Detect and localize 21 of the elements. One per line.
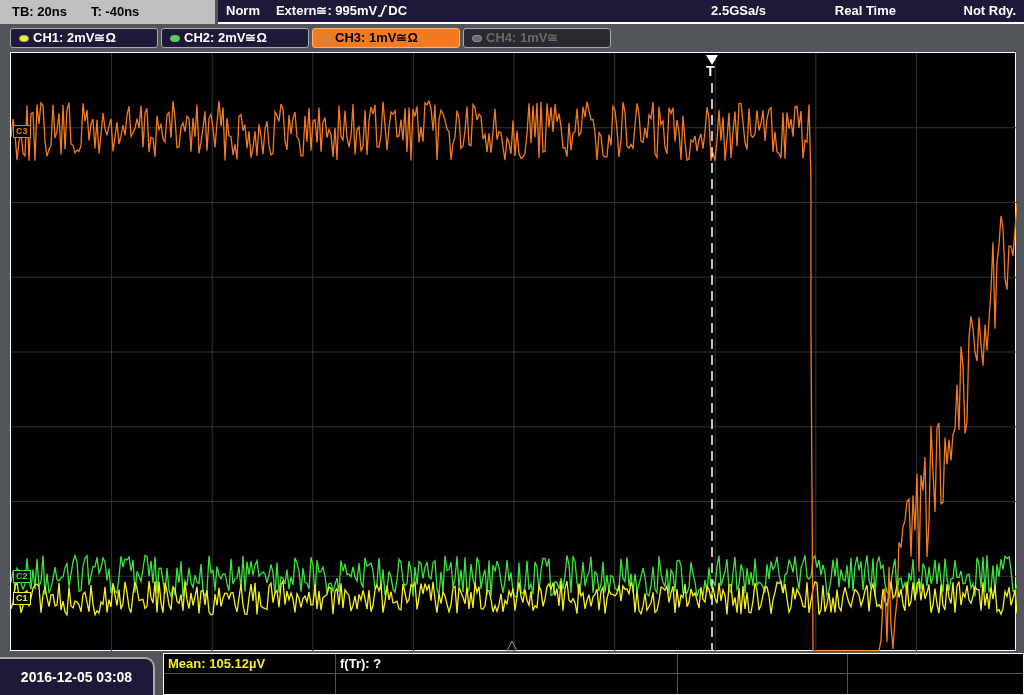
trigger-arrow-icon bbox=[706, 55, 718, 65]
measurement-value: f(Tr): ? bbox=[340, 654, 382, 673]
trigger-coupling: DC bbox=[388, 2, 408, 21]
channel-tab[interactable]: CH2: 2mV≅Ω bbox=[161, 28, 309, 48]
channel-marker: C2 bbox=[13, 570, 31, 583]
timebase-scale: TB: 20ns bbox=[12, 3, 67, 22]
acquisition-status: Not Rdy. bbox=[962, 2, 1016, 21]
channel-tab[interactable]: CH3: 1mV≅Ω bbox=[312, 28, 460, 48]
measurement-value: Mean: 105.12µV bbox=[168, 654, 266, 673]
date-time: 2016-12-05 03:08 bbox=[20, 667, 133, 687]
channel-marker: C1 bbox=[13, 592, 31, 605]
rising-edge-icon bbox=[378, 5, 388, 17]
ground-marker-icon bbox=[506, 640, 518, 651]
channel-marker: C3 bbox=[13, 125, 31, 138]
acquisition-mode: Real Time bbox=[833, 2, 896, 21]
trigger-source: Extern≅: 995mV bbox=[275, 2, 378, 21]
sample-rate: 2.5GSa/s bbox=[710, 2, 766, 21]
trigger-marker-label: T bbox=[706, 64, 715, 78]
time-position: T: -40ns bbox=[90, 3, 140, 22]
channel-tab[interactable]: CH1: 2mV≅Ω bbox=[10, 28, 158, 48]
trigger-mode: Norm bbox=[226, 2, 260, 21]
